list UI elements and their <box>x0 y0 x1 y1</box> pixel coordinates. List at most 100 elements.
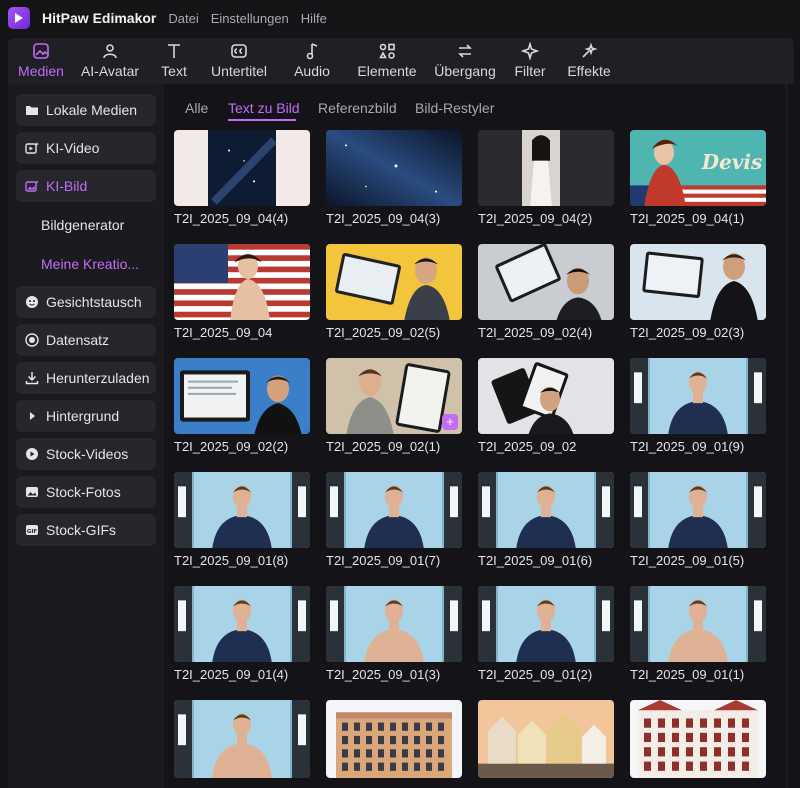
tab-alle[interactable]: Alle <box>185 100 208 116</box>
thumbnail-label: T2I_2025_09_02(4) <box>478 325 593 340</box>
title-bar: HitPaw Edimakor Datei Einstellungen Hilf… <box>0 0 800 36</box>
sidebar-item-label: Stock-GIFs <box>46 522 117 538</box>
sidebar-item-label: Lokale Medien <box>46 102 138 118</box>
tool-effekte[interactable]: Effekte <box>556 38 622 84</box>
dataset-icon <box>25 333 39 347</box>
thumbnail-label: T2I_2025_09_02(3) <box>630 325 745 340</box>
ai-image-icon <box>25 179 39 193</box>
thumbnail-image: Devis <box>630 130 766 206</box>
thumbnail-image <box>174 472 310 548</box>
sidebar-item-label: Datensatz <box>46 332 110 348</box>
thumbnail-image <box>174 244 310 320</box>
thumbnail-label: T2I_2025_09_04(1) <box>630 211 745 226</box>
add-to-timeline-icon[interactable]: + <box>442 414 458 430</box>
svg-text:Devis: Devis <box>701 150 762 174</box>
tool-label: Elemente <box>357 63 417 79</box>
thumbnail-image: + <box>326 358 462 434</box>
media-icon <box>33 43 49 59</box>
stock-photo-icon <box>25 485 39 499</box>
tab-bild-restyler[interactable]: Bild-Restyler <box>415 100 494 116</box>
svg-text:GIF: GIF <box>27 529 38 535</box>
face-swap-icon <box>25 295 39 309</box>
thumbnail-image <box>630 244 766 320</box>
sidebar-item-ki-video[interactable]: KI-Video <box>16 132 156 164</box>
sidebar-item-label: Stock-Videos <box>46 446 129 462</box>
thumbnail-label: T2I_2025_09_02(2) <box>174 439 289 454</box>
thumbnail-image <box>630 472 766 548</box>
tool-audio[interactable]: Audio <box>276 38 348 84</box>
thumbnail-image <box>326 700 462 778</box>
sidebar-item-stock-fotos[interactable]: Stock-Fotos <box>16 476 156 508</box>
app-logo-icon <box>8 7 30 29</box>
tab-bar: Alle Text zu Bild Referenzbild Bild-Rest… <box>164 84 794 122</box>
thumbnail-label: T2I_2025_09_02(5) <box>326 325 441 340</box>
thumbnail-label: T2I_2025_09_01(5) <box>630 553 745 568</box>
effects-icon <box>582 42 598 58</box>
subtitles-icon <box>231 44 247 58</box>
tool-untertitel[interactable]: Untertitel <box>202 38 276 84</box>
thumbnail-label: T2I_2025_09_01(7) <box>326 553 441 568</box>
menu-settings[interactable]: Einstellungen <box>211 11 289 26</box>
content-area: Alle Text zu Bild Referenzbild Bild-Rest… <box>164 84 794 788</box>
thumbnail-image <box>630 358 766 434</box>
sidebar-item-label: KI-Bild <box>46 178 88 194</box>
ai-video-icon <box>25 141 39 155</box>
sidebar-item-label: Gesichtstausch <box>46 294 142 310</box>
thumbnail-image <box>326 130 462 206</box>
sidebar-item-herunterzuladen[interactable]: Herunterzuladen <box>16 362 156 394</box>
tool-text[interactable]: Text <box>146 38 202 84</box>
sidebar-item-stock-gifs[interactable]: GIF Stock-GIFs <box>16 514 156 546</box>
tab-referenzbild[interactable]: Referenzbild <box>318 100 397 116</box>
tool-medien[interactable]: Medien <box>8 38 74 84</box>
tool-filter[interactable]: Filter <box>504 38 556 84</box>
thumbnail-image <box>174 358 310 434</box>
tool-label: Effekte <box>567 63 611 79</box>
thumbnail-image <box>630 700 766 778</box>
scrollbar[interactable] <box>785 84 788 788</box>
thumbnail-label: T2I_2025_09_01(3) <box>326 667 441 682</box>
sidebar-item-label: Herunterzuladen <box>46 370 150 386</box>
thumbnail-image <box>326 244 462 320</box>
avatar-icon <box>103 44 117 59</box>
sidebar-subitem-bildgenerator[interactable]: Bildgenerator <box>41 217 124 233</box>
app-title: HitPaw Edimakor <box>42 10 157 26</box>
thumbnail-image <box>630 586 766 662</box>
sidebar-item-label: Stock-Fotos <box>46 484 121 500</box>
menu-file[interactable]: Datei <box>168 11 198 26</box>
download-icon <box>25 371 39 385</box>
thumbnail-label: T2I_2025_09_01(9) <box>630 439 745 454</box>
tool-label: Übergang <box>434 63 496 79</box>
tab-text-zu-bild[interactable]: Text zu Bild <box>228 100 300 116</box>
tool-label: Filter <box>514 63 546 79</box>
thumbnail-image <box>478 700 614 778</box>
thumbnail-image <box>326 472 462 548</box>
sidebar-subitem-meine-kreationen[interactable]: Meine Kreatio... <box>41 256 139 272</box>
thumbnail-image <box>478 472 614 548</box>
sidebar-item-stock-videos[interactable]: Stock-Videos <box>16 438 156 470</box>
thumbnail-image <box>478 244 614 320</box>
menu-help[interactable]: Hilfe <box>301 11 327 26</box>
tool-uebergang[interactable]: Übergang <box>426 38 504 84</box>
tool-elemente[interactable]: Elemente <box>348 38 426 84</box>
thumbnail-label: T2I_2025_09_02(1) <box>326 439 441 454</box>
main-panel: Lokale Medien KI-Video KI-Bild Bildgener… <box>8 84 794 788</box>
tool-label: Audio <box>294 63 330 79</box>
sidebar-item-hintergrund[interactable]: Hintergrund <box>16 400 156 432</box>
thumbnail-label: T2I_2025_09_01(2) <box>478 667 593 682</box>
sidebar-item-ki-bild[interactable]: KI-Bild <box>16 170 156 202</box>
sidebar-item-lokale-medien[interactable]: Lokale Medien <box>16 94 156 126</box>
sidebar-item-gesichtstausch[interactable]: Gesichtstausch <box>16 286 156 318</box>
tool-label: Untertitel <box>210 63 268 79</box>
thumbnail-image <box>174 586 310 662</box>
sidebar-item-label: Hintergrund <box>46 408 120 424</box>
main-toolbar: Medien AI-Avatar Text Untertitel Audio E… <box>8 38 794 84</box>
background-icon <box>25 409 39 423</box>
audio-icon <box>306 43 318 60</box>
tool-ai-avatar[interactable]: AI-Avatar <box>74 38 146 84</box>
thumbnail-label: T2I_2025_09_04(4) <box>174 211 289 226</box>
thumbnail-image <box>174 130 310 206</box>
sidebar-item-datensatz[interactable]: Datensatz <box>16 324 156 356</box>
thumbnail-label: T2I_2025_09_04(2) <box>478 211 593 226</box>
stock-video-icon <box>25 447 39 461</box>
thumbnail-label: T2I_2025_09_01(4) <box>174 667 289 682</box>
